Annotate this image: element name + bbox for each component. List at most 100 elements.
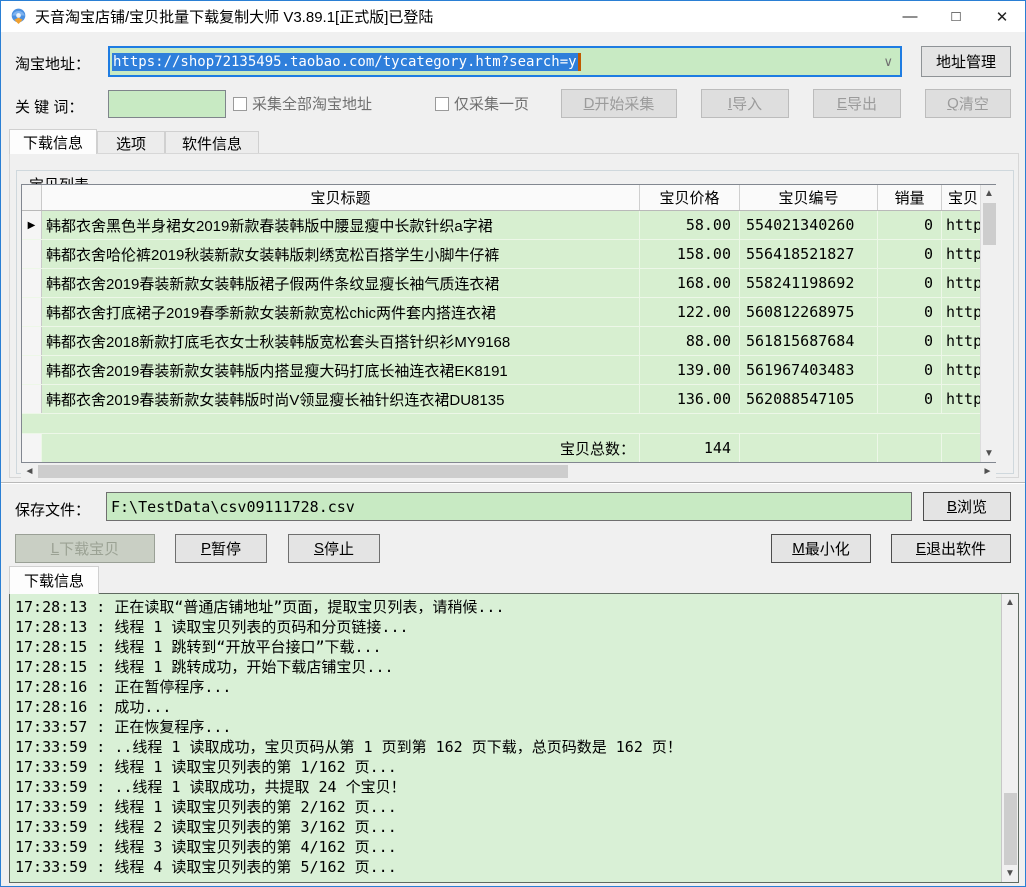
pause-button[interactable]: P暂停 xyxy=(175,534,267,563)
minimize-app-button[interactable]: M最小化 xyxy=(771,534,871,563)
table-row[interactable]: 韩都衣舍2019春装新款女装韩版裙子假两件条纹显瘦长袖气质连衣裙168.0055… xyxy=(22,269,980,298)
header-id[interactable]: 宝贝编号 xyxy=(740,185,878,210)
export-button[interactable]: E导出 xyxy=(813,89,901,118)
collect-all-label: 采集全部淘宝地址 xyxy=(252,93,372,114)
item-sales: 0 xyxy=(878,356,942,384)
item-price: 88.00 xyxy=(640,327,740,355)
title-bar: 天音淘宝店铺/宝贝批量下载复制大师 V3.89.1[正式版]已登陆 — □ ✕ xyxy=(1,1,1025,32)
table-row[interactable]: 韩都衣舍打底裙子2019春季新款女装新款宽松chic两件套内搭连衣裙122.00… xyxy=(22,298,980,327)
scroll-right-icon[interactable]: ► xyxy=(979,463,996,480)
item-title: 韩都衣舍黑色半身裙女2019新款春装韩版中腰显瘦中长款针织a字裙 xyxy=(42,211,640,239)
save-path-input[interactable]: F:\TestData\csv09111728.csv xyxy=(106,492,912,521)
table-horizontal-scrollbar[interactable]: ◄ ► xyxy=(21,463,996,480)
tab-software-info[interactable]: 软件信息 xyxy=(165,131,259,154)
header-link[interactable]: 宝贝 xyxy=(942,185,980,210)
chevron-down-icon[interactable]: ∨ xyxy=(883,54,893,70)
item-title: 韩都衣舍哈伦裤2019秋装新款女装韩版刺绣宽松百搭学生小脚牛仔裤 xyxy=(42,240,640,268)
log-line: 17:33:59 : 线程 1 读取宝贝列表的第 2/162 页... xyxy=(15,797,999,817)
row-selector xyxy=(22,327,42,355)
minimize-icon[interactable]: — xyxy=(887,1,933,32)
header-sales[interactable]: 销量 xyxy=(878,185,942,210)
row-selector: ▶ xyxy=(22,211,42,239)
scroll-up-icon[interactable]: ▲ xyxy=(981,185,998,202)
log-line: 17:28:16 : 正在暂停程序... xyxy=(15,677,999,697)
log-line: 17:33:59 : 线程 2 读取宝贝列表的第 3/162 页... xyxy=(15,817,999,837)
row-selector xyxy=(22,269,42,297)
item-id: 562088547105 xyxy=(740,385,878,413)
table-row[interactable]: 韩都衣舍哈伦裤2019秋装新款女装韩版刺绣宽松百搭学生小脚牛仔裤158.0055… xyxy=(22,240,980,269)
save-file-label: 保存文件： xyxy=(15,499,90,520)
log-line: 17:33:59 : ..线程 1 读取成功，宝贝页码从第 1 页到第 162 … xyxy=(15,737,999,757)
checkbox-box-icon[interactable] xyxy=(435,97,449,111)
start-collect-button[interactable]: D开始采集 xyxy=(561,89,677,118)
stop-button[interactable]: S停止 xyxy=(288,534,380,563)
app-window: 天音淘宝店铺/宝贝批量下载复制大师 V3.89.1[正式版]已登陆 — □ ✕ … xyxy=(0,0,1026,887)
item-link: http xyxy=(942,269,980,297)
item-id: 556418521827 xyxy=(740,240,878,268)
row-selector xyxy=(22,298,42,326)
item-link: http xyxy=(942,327,980,355)
item-sales: 0 xyxy=(878,240,942,268)
table-row[interactable]: 韩都衣舍2018新款打底毛衣女士秋装韩版宽松套头百搭针织衫MY916888.00… xyxy=(22,327,980,356)
item-link: http xyxy=(942,356,980,384)
section-divider xyxy=(1,482,1025,484)
table-row[interactable]: 韩都衣舍2019春装新款女装韩版内搭显瘦大码打底长袖连衣裙EK8191139.0… xyxy=(22,356,980,385)
total-value: 144 xyxy=(640,434,740,462)
keyword-label: 关 键 词： xyxy=(15,96,83,117)
row-selector xyxy=(22,385,42,413)
row-selector xyxy=(22,356,42,384)
log-line: 17:33:57 : 正在恢复程序... xyxy=(15,717,999,737)
one-page-checkbox[interactable]: 仅采集一页 xyxy=(435,93,529,114)
maximize-icon[interactable]: □ xyxy=(933,1,979,32)
item-price: 158.00 xyxy=(640,240,740,268)
item-price: 136.00 xyxy=(640,385,740,413)
close-icon[interactable]: ✕ xyxy=(979,1,1025,32)
import-button[interactable]: I导入 xyxy=(701,89,789,118)
collect-all-checkbox[interactable]: 采集全部淘宝地址 xyxy=(233,93,372,114)
download-items-button[interactable]: L下载宝贝 xyxy=(15,534,155,563)
tab-download-info[interactable]: 下载信息 xyxy=(9,129,97,154)
log-line: 17:28:13 : 线程 1 读取宝贝列表的页码和分页链接... xyxy=(15,617,999,637)
scroll-down-icon[interactable]: ▼ xyxy=(981,445,998,462)
scrollbar-thumb[interactable] xyxy=(1004,793,1017,865)
item-id: 560812268975 xyxy=(740,298,878,326)
item-title: 韩都衣舍2019春装新款女装韩版裙子假两件条纹显瘦长袖气质连衣裙 xyxy=(42,269,640,297)
log-line: 17:28:15 : 线程 1 跳转成功，开始下载店铺宝贝... xyxy=(15,657,999,677)
item-sales: 0 xyxy=(878,385,942,413)
tab-log-download-info[interactable]: 下载信息 xyxy=(9,566,99,594)
item-sales: 0 xyxy=(878,269,942,297)
scrollbar-thumb[interactable] xyxy=(38,465,568,478)
address-combobox[interactable]: https://shop72135495.taobao.com/tycatego… xyxy=(108,46,902,77)
log-panel[interactable]: 17:28:13 : 正在读取“普通店铺地址”页面，提取宝贝列表，请稍候...1… xyxy=(9,593,1019,883)
scroll-up-icon[interactable]: ▲ xyxy=(1002,594,1019,611)
address-value[interactable]: https://shop72135495.taobao.com/tycatego… xyxy=(112,53,578,71)
item-id: 561815687684 xyxy=(740,327,878,355)
keyword-input[interactable] xyxy=(108,90,226,118)
item-link: http xyxy=(942,240,980,268)
exit-button[interactable]: E退出软件 xyxy=(891,534,1011,563)
address-label: 淘宝地址： xyxy=(15,53,90,74)
clear-button[interactable]: Q清空 xyxy=(925,89,1011,118)
item-title: 韩都衣舍打底裙子2019春季新款女装新款宽松chic两件套内搭连衣裙 xyxy=(42,298,640,326)
log-text[interactable]: 17:28:13 : 正在读取“普通店铺地址”页面，提取宝贝列表，请稍候...1… xyxy=(10,594,1001,882)
checkbox-box-icon[interactable] xyxy=(233,97,247,111)
header-title[interactable]: 宝贝标题 xyxy=(42,185,640,210)
scroll-down-icon[interactable]: ▼ xyxy=(1002,865,1019,882)
header-selector xyxy=(22,185,42,210)
browse-button[interactable]: B浏览 xyxy=(923,492,1011,521)
scroll-left-icon[interactable]: ◄ xyxy=(21,463,38,480)
log-line: 17:33:59 : 线程 1 读取宝贝列表的第 1/162 页... xyxy=(15,757,999,777)
log-vertical-scrollbar[interactable]: ▲ ▼ xyxy=(1001,594,1018,882)
table-row[interactable]: 韩都衣舍2019春装新款女装韩版时尚V领显瘦长袖针织连衣裙DU8135136.0… xyxy=(22,385,980,414)
item-list-groupbox: 宝贝列表 宝贝标题 宝贝价格 宝贝编号 销量 宝贝 ▶韩都衣舍黑色半身裙女201… xyxy=(16,170,1014,474)
table-row[interactable]: ▶韩都衣舍黑色半身裙女2019新款春装韩版中腰显瘦中长款针织a字裙58.0055… xyxy=(22,211,980,240)
item-sales: 0 xyxy=(878,211,942,239)
item-title: 韩都衣舍2018新款打底毛衣女士秋装韩版宽松套头百搭针织衫MY9168 xyxy=(42,327,640,355)
scrollbar-thumb[interactable] xyxy=(983,203,996,245)
item-sales: 0 xyxy=(878,298,942,326)
address-manage-button[interactable]: 地址管理 xyxy=(921,46,1011,77)
header-price[interactable]: 宝贝价格 xyxy=(640,185,740,210)
item-link: http xyxy=(942,211,980,239)
tab-options[interactable]: 选项 xyxy=(97,131,165,154)
table-vertical-scrollbar[interactable]: ▲ ▼ xyxy=(980,185,997,462)
